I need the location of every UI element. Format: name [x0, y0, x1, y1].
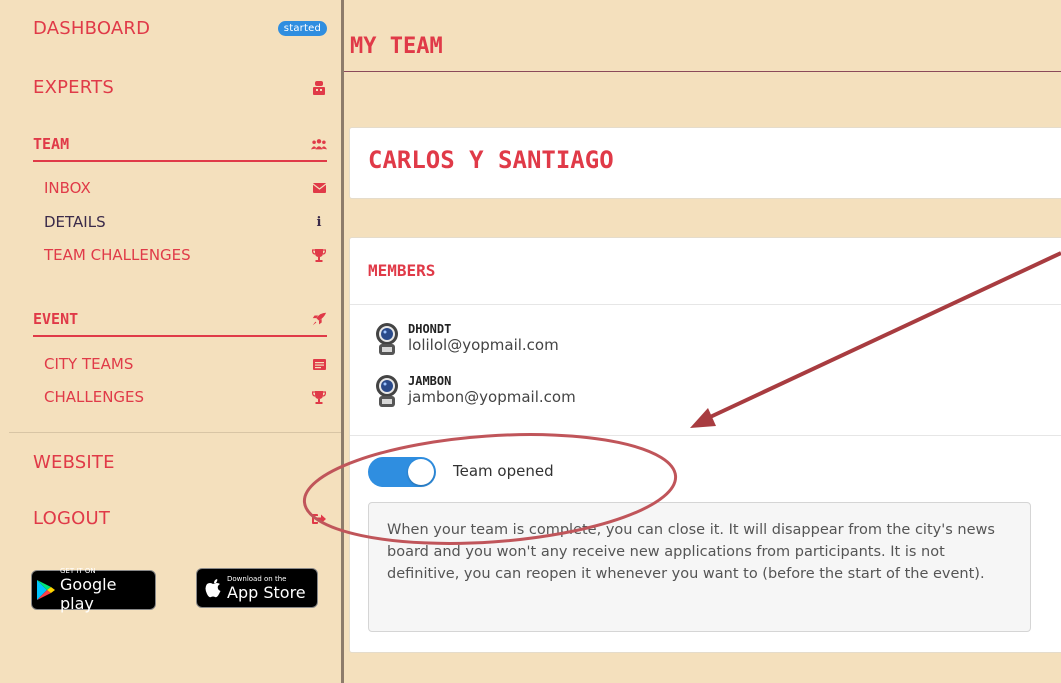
- google-play-icon: [36, 579, 56, 601]
- sidebar-item-team-challenges[interactable]: TEAM CHALLENGES: [44, 246, 327, 264]
- sidebar-item-challenges[interactable]: CHALLENGES: [44, 388, 327, 406]
- info-box: When your team is complete, you can clos…: [368, 502, 1031, 632]
- team-challenges-label: TEAM CHALLENGES: [44, 246, 191, 264]
- sidebar-border: [341, 0, 344, 683]
- team-name: CARLOS Y SANTIAGO: [368, 146, 614, 174]
- info-icon: i: [316, 214, 322, 230]
- sidebar-section-event[interactable]: EVENT: [33, 310, 327, 337]
- sidebar-item-website[interactable]: WEBSITE: [33, 452, 327, 473]
- envelope-icon: [311, 180, 327, 196]
- team-name-card: CARLOS Y SANTIAGO: [349, 127, 1061, 199]
- team-heading: TEAM: [33, 135, 70, 153]
- sidebar-section-team[interactable]: TEAM: [33, 135, 327, 162]
- page-title: MY TEAM: [350, 34, 443, 59]
- details-label: DETAILS: [44, 213, 106, 231]
- trophy-icon: [311, 389, 327, 405]
- website-label: WEBSITE: [33, 452, 115, 473]
- sidebar-item-details[interactable]: DETAILS i: [44, 213, 327, 231]
- member-email: lolilol@yopmail.com: [408, 336, 559, 354]
- event-heading: EVENT: [33, 310, 79, 328]
- status-badge: started: [277, 21, 327, 36]
- sidebar: DASHBOARD started EXPERTS TEAM INBOX DET…: [9, 0, 341, 683]
- sidebar-item-logout[interactable]: LOGOUT: [33, 508, 327, 529]
- trophy-icon: [311, 247, 327, 263]
- apple-icon: [205, 578, 221, 598]
- experts-label: EXPERTS: [33, 77, 114, 98]
- sidebar-item-dashboard[interactable]: DASHBOARD started: [33, 18, 327, 39]
- expert-icon: [311, 80, 327, 96]
- google-play-big: Google play: [60, 575, 117, 613]
- toggle-divider: [350, 435, 1061, 436]
- google-play-small: GET IT ON: [60, 567, 96, 575]
- astronaut-avatar-icon: [372, 374, 402, 408]
- member-row: JAMBON jambon@yopmail.com: [372, 374, 576, 408]
- app-store-big: App Store: [227, 582, 306, 602]
- dashboard-label: DASHBOARD: [33, 18, 151, 39]
- team-open-toggle[interactable]: [368, 457, 436, 487]
- users-icon: [311, 136, 327, 152]
- card-icon: [311, 356, 327, 372]
- members-heading: MEMBERS: [368, 261, 436, 280]
- rocket-icon: [311, 311, 327, 327]
- astronaut-avatar-icon: [372, 322, 402, 356]
- logout-label: LOGOUT: [33, 508, 111, 529]
- app-store-badge[interactable]: Download on the App Store: [196, 568, 318, 608]
- toggle-knob: [408, 459, 434, 485]
- toggle-label: Team opened: [453, 462, 554, 480]
- sidebar-item-inbox[interactable]: INBOX: [44, 179, 327, 197]
- app-store-small: Download on the: [227, 574, 287, 583]
- sidebar-item-experts[interactable]: EXPERTS: [33, 77, 327, 98]
- sidebar-item-city-teams[interactable]: CITY TEAMS: [44, 355, 327, 373]
- member-email: jambon@yopmail.com: [408, 388, 576, 406]
- sign-out-icon: [311, 511, 327, 527]
- google-play-badge[interactable]: GET IT ON Google play: [31, 567, 156, 613]
- challenges-label: CHALLENGES: [44, 388, 145, 406]
- members-card: MEMBERS DHONDT lolilol@yopmail.com JAMBO…: [349, 237, 1061, 653]
- members-divider: [350, 304, 1061, 305]
- page-header: MY TEAM: [344, 20, 1061, 72]
- member-name: JAMBON: [408, 374, 452, 388]
- inbox-label: INBOX: [44, 179, 91, 197]
- member-name: DHONDT: [408, 322, 452, 336]
- member-row: DHONDT lolilol@yopmail.com: [372, 322, 559, 356]
- city-teams-label: CITY TEAMS: [44, 355, 134, 373]
- sidebar-divider: [9, 432, 341, 433]
